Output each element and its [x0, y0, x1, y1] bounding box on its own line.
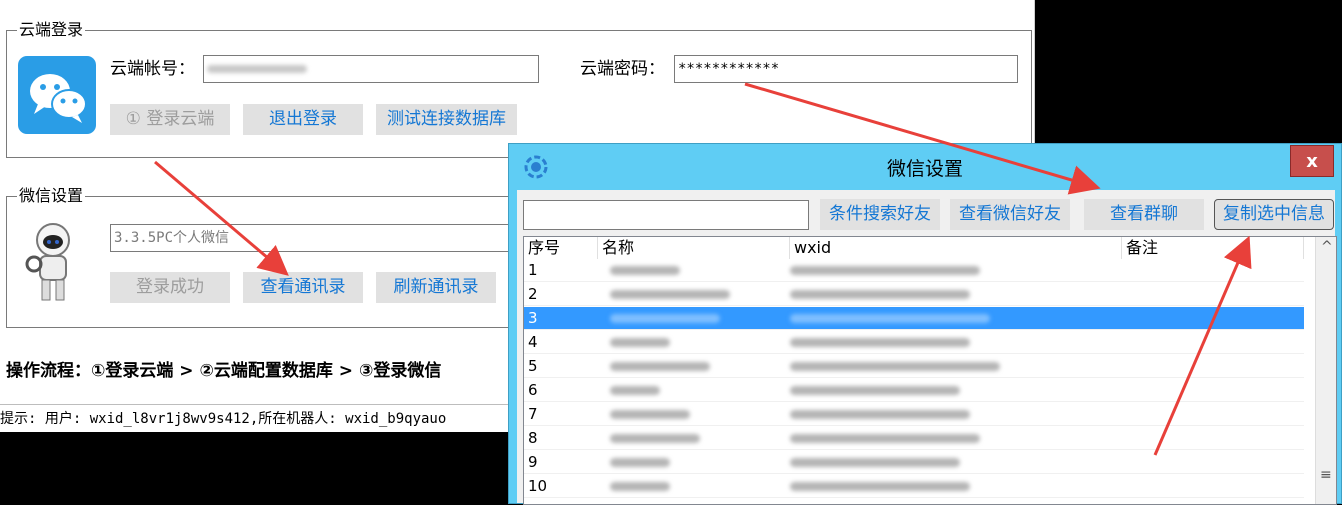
- row-index: 3: [528, 309, 538, 327]
- row-index: 8: [528, 429, 538, 447]
- row-index: 1: [528, 261, 538, 279]
- view-groups-button[interactable]: 查看群聊: [1084, 199, 1204, 230]
- wechat-settings-group-title: 微信设置: [17, 186, 86, 206]
- contacts-table[interactable]: 序号 名称 wxid 备注 1 2 3 4 5 6 7 8 9 10 ^ ≡: [523, 236, 1337, 505]
- row-name-blurred: [610, 386, 660, 395]
- row-name-blurred: [610, 338, 670, 347]
- row-wxid-blurred: [790, 386, 960, 395]
- friend-search-input[interactable]: [523, 200, 809, 230]
- wechat-settings-dialog: 微信设置 x 条件搜索好友 查看微信好友 查看群聊 复制选中信息 序号 名称 w…: [508, 143, 1342, 505]
- login-success-button[interactable]: 登录成功: [110, 272, 230, 303]
- robot-icon: [22, 220, 84, 304]
- row-index: 9: [528, 453, 538, 471]
- table-row[interactable]: 7: [524, 403, 1304, 426]
- password-label: 云端密码：: [580, 59, 665, 79]
- account-input[interactable]: [203, 55, 539, 83]
- table-row[interactable]: 3: [524, 307, 1304, 330]
- view-contacts-button[interactable]: 查看通讯录: [243, 272, 363, 303]
- row-index: 7: [528, 405, 538, 423]
- column-header-wxid[interactable]: wxid: [790, 237, 1122, 259]
- password-input[interactable]: ************: [674, 55, 1018, 83]
- row-name-blurred: [610, 434, 700, 443]
- test-db-button[interactable]: 测试连接数据库: [376, 104, 517, 135]
- refresh-contacts-button[interactable]: 刷新通讯录: [376, 272, 496, 303]
- column-header-name[interactable]: 名称: [598, 237, 790, 259]
- wechat-version-input[interactable]: 3.3.5PC个人微信: [110, 224, 530, 252]
- row-name-blurred: [610, 482, 670, 491]
- row-index: 10: [528, 477, 548, 495]
- vertical-scrollbar[interactable]: ^ ≡: [1315, 237, 1336, 504]
- row-index: 5: [528, 357, 538, 375]
- table-row[interactable]: 10: [524, 475, 1304, 498]
- row-wxid-blurred: [790, 338, 970, 347]
- row-wxid-blurred: [790, 290, 970, 299]
- row-name-blurred: [610, 410, 690, 419]
- row-index: 2: [528, 285, 538, 303]
- row-index: 6: [528, 381, 538, 399]
- row-index: 4: [528, 333, 538, 351]
- view-friends-button[interactable]: 查看微信好友: [950, 199, 1070, 230]
- table-row[interactable]: 9: [524, 451, 1304, 474]
- login-cloud-button[interactable]: ① 登录云端: [110, 104, 230, 135]
- close-button[interactable]: x: [1290, 145, 1334, 177]
- dialog-title: 微信设置: [886, 158, 963, 180]
- column-header-index[interactable]: 序号: [524, 237, 598, 259]
- table-row[interactable]: 4: [524, 331, 1304, 354]
- row-wxid-blurred: [790, 314, 990, 323]
- row-wxid-blurred: [790, 482, 970, 491]
- row-wxid-blurred: [790, 410, 970, 419]
- table-row[interactable]: 5: [524, 355, 1304, 378]
- row-wxid-blurred: [790, 266, 980, 275]
- row-name-blurred: [610, 290, 730, 299]
- cloud-login-group: 云端登录: [6, 20, 1032, 158]
- scroll-grip[interactable]: ≡: [1320, 467, 1332, 483]
- row-name-blurred: [610, 314, 720, 323]
- account-value-blur: [207, 65, 307, 73]
- cloud-login-group-title: 云端登录: [17, 20, 86, 40]
- column-header-remark[interactable]: 备注: [1122, 237, 1304, 259]
- row-wxid-blurred: [790, 434, 980, 443]
- row-name-blurred: [610, 362, 710, 371]
- row-name-blurred: [610, 266, 680, 275]
- row-wxid-blurred: [790, 362, 1000, 371]
- account-label: 云端帐号：: [110, 59, 195, 79]
- close-icon: x: [1306, 151, 1318, 172]
- search-friends-button[interactable]: 条件搜索好友: [820, 199, 940, 230]
- scroll-up-arrow[interactable]: ^: [1321, 239, 1333, 255]
- table-row[interactable]: 1: [524, 259, 1304, 282]
- dialog-app-icon: [523, 154, 549, 180]
- wechat-logo-icon: [18, 56, 96, 134]
- row-wxid-blurred: [790, 458, 960, 467]
- logout-button[interactable]: 退出登录: [243, 104, 363, 135]
- table-row[interactable]: 6: [524, 379, 1304, 402]
- operation-flow-text: 操作流程：①登录云端 > ②云端配置数据库 > ③登录微信: [6, 361, 442, 381]
- copy-selected-button[interactable]: 复制选中信息: [1214, 199, 1334, 230]
- row-name-blurred: [610, 458, 670, 467]
- table-row[interactable]: 8: [524, 427, 1304, 450]
- table-row[interactable]: 2: [524, 283, 1304, 306]
